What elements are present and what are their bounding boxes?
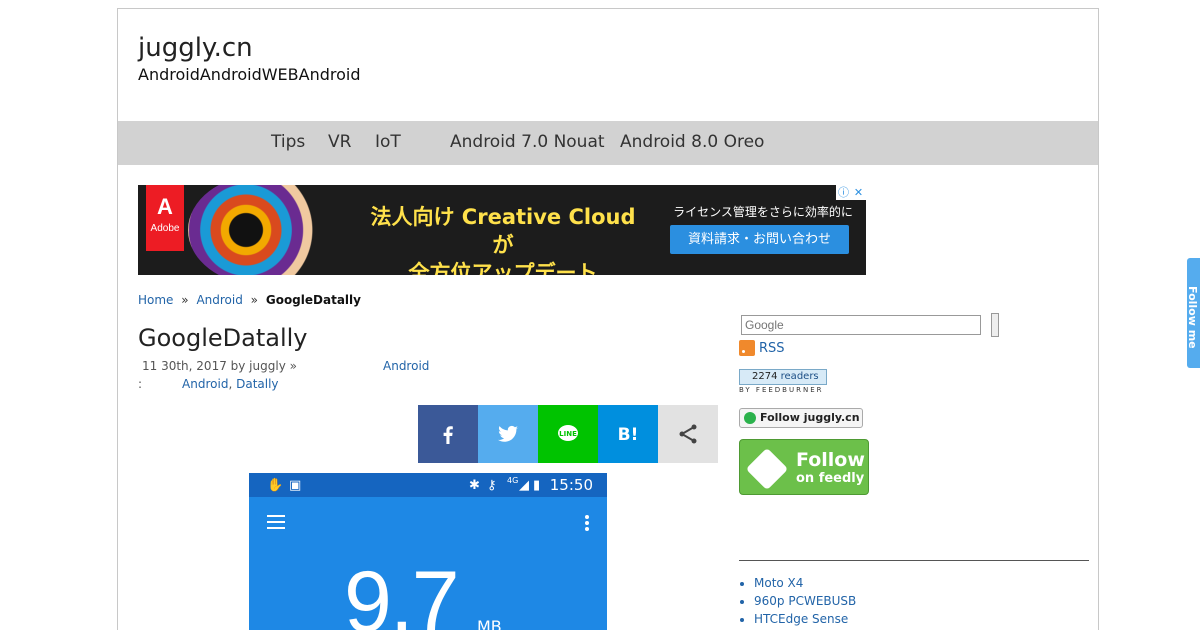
bluetooth-icon: ✱ — [469, 478, 480, 493]
main-nav: Tips VR IoT Android 7.0 Nouat Android 8.… — [118, 121, 1098, 165]
rss-icon — [739, 340, 755, 356]
more-share-button[interactable] — [658, 405, 718, 463]
ad-headline-line-2: 全方位アップデート — [408, 261, 598, 275]
rss-link[interactable]: RSS — [739, 340, 785, 356]
nav-item-tips[interactable]: Tips — [271, 132, 305, 152]
post-tags: : Android, Datally — [138, 377, 279, 391]
line-share-button[interactable]: LINE — [538, 405, 598, 463]
readers-count-box: 2274 readers — [739, 369, 827, 385]
hatena-icon: B! — [618, 425, 639, 445]
feedburner-label: BY FEEDBURNER — [739, 386, 824, 394]
nav-item-android-7[interactable]: Android 7.0 Nouat — [450, 132, 605, 152]
rss-label: RSS — [759, 341, 785, 356]
feedburner-badge[interactable]: 2274 readers BY FEEDBURNER — [739, 369, 827, 394]
site-header: juggly.cn AndroidAndroidWEBAndroid — [138, 31, 360, 85]
hand-icon: ✋ — [267, 478, 284, 493]
site-description: AndroidAndroidWEBAndroid — [138, 65, 361, 84]
breadcrumb: Home » Android » GoogleDatally — [138, 293, 361, 307]
share-icon — [679, 424, 697, 444]
feedly-icon — [745, 447, 789, 491]
feedly-follow-label: Follow — [796, 449, 865, 471]
adobe-logo-icon: A — [157, 194, 173, 219]
nav-item-vr[interactable]: VR — [328, 132, 351, 152]
data-usage-value: 9.7 — [344, 554, 460, 630]
tag-android[interactable]: Android — [182, 377, 228, 391]
facebook-share-button[interactable] — [418, 405, 478, 463]
list-item[interactable]: Moto X4 — [754, 574, 856, 592]
site-title[interactable]: juggly.cn — [138, 31, 360, 65]
post-tags-prefix: : — [138, 377, 143, 391]
hatena-bookmark-button[interactable]: B! — [598, 405, 658, 463]
adobe-logo: A Adobe — [146, 185, 184, 251]
twitter-follow-tab[interactable]: Follow me — [1186, 258, 1200, 368]
twitter-share-button[interactable] — [478, 405, 538, 463]
readers-count: 2274 — [752, 371, 778, 382]
phone-status-bar: ✋ ▣ ✱ ⚷ 4G ◢ ▮ 15:50 — [249, 473, 607, 497]
tag-datally[interactable]: Datally — [236, 377, 278, 391]
nav-item-iot[interactable]: IoT — [375, 132, 401, 152]
list-item[interactable]: HTCEdge Sense — [754, 610, 856, 628]
svg-text:LINE: LINE — [559, 430, 577, 438]
post-category-link[interactable]: Android — [383, 359, 429, 373]
network-type-label: 4G — [507, 476, 519, 485]
data-usage-unit: MB — [477, 617, 502, 630]
follow-feedly-button[interactable]: Follow on feedly — [739, 439, 869, 495]
breadcrumb-category[interactable]: Android — [196, 293, 242, 307]
line-icon: LINE — [558, 425, 578, 441]
ad-headline: 法人向け Creative Cloud が 全方位アップデート — [363, 203, 643, 275]
svg-text:B!: B! — [618, 425, 639, 445]
adobe-brand-label: Adobe — [150, 223, 180, 234]
follow-feedly-small-button[interactable]: Follow juggly.cn — [739, 408, 863, 428]
ad-close-icon[interactable]: ✕ — [851, 185, 866, 200]
share-buttons: LINE B! — [418, 405, 718, 463]
breadcrumb-current: GoogleDatally — [265, 293, 361, 307]
ad-headline-line-1: 法人向け Creative Cloud が — [370, 205, 636, 257]
follow-me-label: Follow me — [1186, 286, 1199, 349]
overflow-menu-icon — [585, 515, 589, 533]
google-search-input[interactable] — [741, 315, 981, 335]
list-item[interactable]: 960p PCWEBUSB — [754, 592, 856, 610]
article-screenshot: ✋ ▣ ✱ ⚷ 4G ◢ ▮ 15:50 9.7 MB — [249, 473, 607, 630]
ad-banner[interactable]: A Adobe 法人向け Creative Cloud が 全方位アップデート … — [138, 185, 866, 275]
facebook-icon — [443, 426, 453, 444]
ad-info-icon[interactable]: ⓘ — [836, 185, 851, 200]
post-title: GoogleDatally — [138, 324, 308, 352]
search-button[interactable] — [991, 313, 999, 337]
post-meta: 11 30th, 2017 by juggly » — [142, 359, 297, 373]
related-posts-list: Moto X4 960p PCWEBUSB HTCEdge Sense — [754, 574, 856, 628]
nav-item-android-8[interactable]: Android 8.0 Oreo — [620, 132, 764, 152]
twitter-icon — [498, 425, 519, 442]
feedly-on-label: on feedly — [796, 471, 865, 486]
battery-icon: ▮ — [533, 478, 541, 493]
breadcrumb-separator: » — [250, 293, 259, 307]
signal-icon: ◢ — [519, 478, 529, 493]
ad-subtext: ライセンス管理をさらに効率的に — [673, 205, 853, 219]
page-container: juggly.cn AndroidAndroidWEBAndroid Tips … — [117, 8, 1099, 630]
key-icon: ⚷ — [487, 478, 497, 493]
hamburger-icon — [267, 515, 285, 529]
activity-icon: ▣ — [289, 478, 302, 493]
phone-clock: 15:50 — [549, 476, 593, 494]
breadcrumb-home[interactable]: Home — [138, 293, 173, 307]
ad-swirl-graphic — [188, 185, 333, 275]
ad-cta-button[interactable]: 資料請求・お問い合わせ — [670, 225, 849, 254]
readers-label: readers — [780, 371, 819, 382]
tag-separator: , — [228, 377, 233, 391]
breadcrumb-separator: » — [181, 293, 189, 307]
sidebar-divider — [739, 560, 1089, 561]
